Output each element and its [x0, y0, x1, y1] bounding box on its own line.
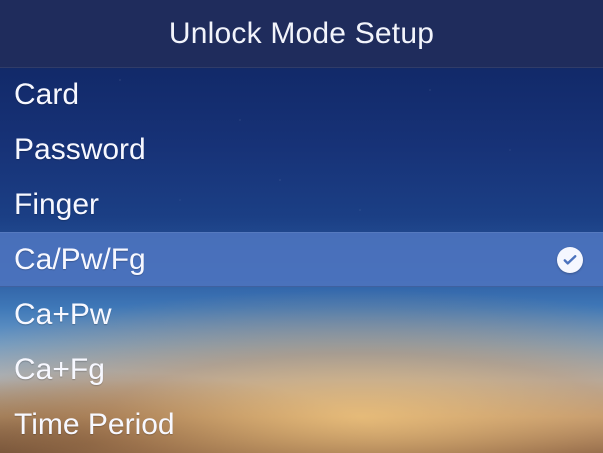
- menu-item-label: Card: [14, 77, 80, 111]
- menu-item-ca-pw[interactable]: Ca+Pw: [0, 287, 603, 342]
- unlock-mode-menu: Card Password Finger Ca/Pw/Fg Ca+Pw Ca+F…: [0, 67, 603, 453]
- menu-item-label: Ca/Pw/Fg: [14, 242, 146, 276]
- check-circle-icon: [557, 246, 583, 273]
- menu-item-card[interactable]: Card: [0, 67, 603, 122]
- menu-item-time-period[interactable]: Time Period: [0, 397, 603, 452]
- menu-item-label: Ca+Fg: [14, 352, 105, 386]
- menu-item-label: Ca+Pw: [14, 297, 112, 331]
- menu-item-ca-fg[interactable]: Ca+Fg: [0, 342, 603, 397]
- menu-item-label: Password: [14, 132, 146, 166]
- menu-item-label: Finger: [14, 187, 100, 221]
- menu-item-password[interactable]: Password: [0, 122, 603, 177]
- menu-item-finger[interactable]: Finger: [0, 177, 603, 232]
- device-screen: Unlock Mode Setup Card Password Finger C…: [0, 0, 603, 453]
- menu-item-label: Time Period: [14, 407, 175, 441]
- menu-item-ca-pw-fg[interactable]: Ca/Pw/Fg: [0, 232, 603, 287]
- page-title: Unlock Mode Setup: [168, 16, 435, 50]
- title-bar: Unlock Mode Setup: [0, 0, 603, 68]
